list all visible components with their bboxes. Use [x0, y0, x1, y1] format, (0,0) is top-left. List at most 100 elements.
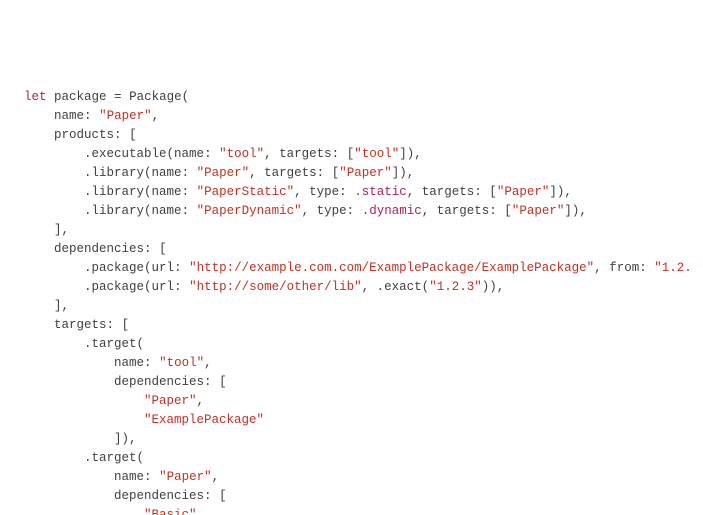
string-literal: "Basic" — [144, 508, 197, 515]
punct: : — [474, 185, 482, 199]
punct: , — [204, 356, 212, 370]
arg-url: url — [152, 261, 175, 275]
string-literal: "1.2.3" — [429, 280, 482, 294]
string-literal: "Paper" — [159, 470, 212, 484]
arg-name: name — [114, 470, 144, 484]
identifier-package: package — [54, 90, 107, 104]
arg-dependencies: dependencies — [114, 489, 204, 503]
punct: , — [362, 280, 370, 294]
string-literal: "tool" — [159, 356, 204, 370]
punct: : — [639, 261, 647, 275]
punct: ( — [144, 261, 152, 275]
punct: , — [407, 166, 415, 180]
punct: ( — [182, 90, 190, 104]
code-text — [429, 204, 437, 218]
fn-executable: .executable — [84, 147, 167, 161]
punct: [ — [159, 242, 167, 256]
code-text — [212, 375, 220, 389]
punct: ( — [144, 280, 152, 294]
arg-from: from — [609, 261, 639, 275]
arg-targets: targets — [279, 147, 332, 161]
fn-library: .library — [84, 204, 144, 218]
punct: , — [264, 147, 272, 161]
arg-products: products — [54, 128, 114, 142]
arg-dependencies: dependencies — [54, 242, 144, 256]
code-text — [212, 489, 220, 503]
punct: : — [204, 489, 212, 503]
string-literal: "ExamplePackage" — [144, 413, 264, 427]
punct: : — [174, 280, 182, 294]
punct: : — [144, 242, 152, 256]
punct: ] — [54, 223, 62, 237]
string-literal: "Paper" — [99, 109, 152, 123]
string-literal: "PaperStatic" — [197, 185, 295, 199]
punct: ] — [54, 299, 62, 313]
code-text — [324, 166, 332, 180]
punct: ( — [167, 147, 175, 161]
punct: ] — [564, 204, 572, 218]
arg-name: name — [114, 356, 144, 370]
enum-static: .static — [354, 185, 407, 199]
punct: ( — [144, 166, 152, 180]
code-text — [339, 147, 347, 161]
punct: , — [564, 185, 572, 199]
punct: : — [174, 261, 182, 275]
punct: [ — [489, 185, 497, 199]
punct: ( — [144, 204, 152, 218]
punct: : — [144, 470, 152, 484]
arg-targets: targets — [264, 166, 317, 180]
punct: : — [182, 166, 190, 180]
string-literal: "PaperDynamic" — [197, 204, 302, 218]
punct: , — [414, 147, 422, 161]
string-literal: "Paper" — [339, 166, 392, 180]
arg-targets: targets — [437, 204, 490, 218]
punct: , — [302, 204, 310, 218]
code-text — [354, 204, 362, 218]
punct: [ — [219, 489, 227, 503]
code-text — [414, 185, 422, 199]
code-text — [212, 147, 220, 161]
code-text — [152, 470, 160, 484]
punct: [ — [219, 375, 227, 389]
punct: , — [152, 109, 160, 123]
code-text — [92, 109, 100, 123]
code-text — [272, 147, 280, 161]
punct: ] — [399, 147, 407, 161]
string-literal: "tool" — [354, 147, 399, 161]
punct: : — [84, 109, 92, 123]
punct: , — [62, 299, 70, 313]
punct: : — [114, 128, 122, 142]
punct: : — [144, 356, 152, 370]
string-literal: "tool" — [219, 147, 264, 161]
arg-type: type — [317, 204, 347, 218]
punct: ) — [489, 280, 497, 294]
code-text — [152, 242, 160, 256]
code-text — [114, 318, 122, 332]
code-text — [369, 280, 377, 294]
punct: : — [339, 185, 347, 199]
arg-name: name — [174, 147, 204, 161]
string-literal: "http://some/other/lib" — [189, 280, 362, 294]
punct: , — [197, 508, 205, 515]
string-literal: "http://example.com.com/ExamplePackage/E… — [189, 261, 594, 275]
punct: [ — [122, 318, 130, 332]
punct: ] — [114, 432, 122, 446]
fn-package: .package — [84, 261, 144, 275]
code-text — [257, 166, 265, 180]
code-text — [189, 166, 197, 180]
arg-name: name — [54, 109, 84, 123]
punct: : — [182, 204, 190, 218]
punct: : — [204, 375, 212, 389]
punct: : — [182, 185, 190, 199]
string-literal: "Paper" — [144, 394, 197, 408]
enum-dynamic: .dynamic — [362, 204, 422, 218]
punct: ( — [137, 451, 145, 465]
arg-name: name — [152, 204, 182, 218]
code-text — [152, 356, 160, 370]
punct: ) — [122, 432, 130, 446]
code-text: = — [107, 90, 130, 104]
punct: ) — [399, 166, 407, 180]
code-text — [47, 90, 55, 104]
code-text — [189, 204, 197, 218]
punct: : — [204, 147, 212, 161]
